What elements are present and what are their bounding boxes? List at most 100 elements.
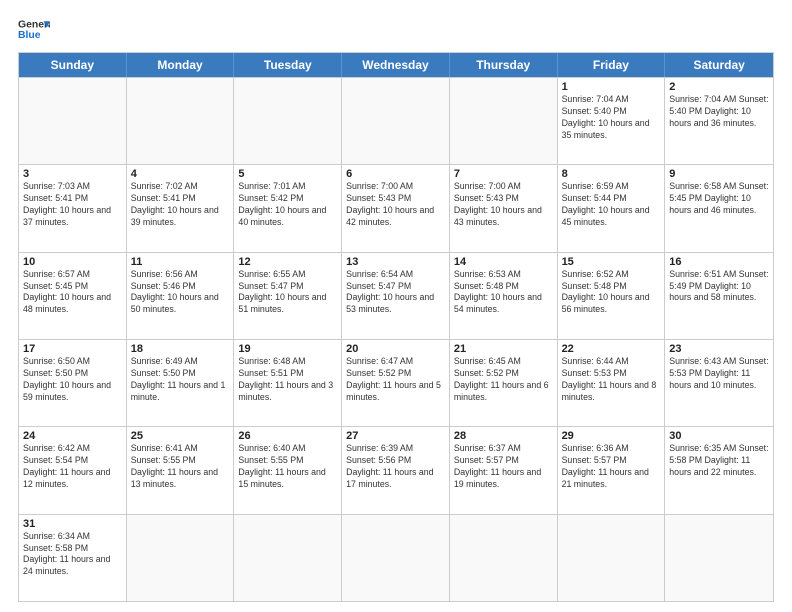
day-cell-27: 27Sunrise: 6:39 AM Sunset: 5:56 PM Dayli… bbox=[342, 427, 450, 513]
day-cell-empty bbox=[127, 515, 235, 601]
day-cell-31: 31Sunrise: 6:34 AM Sunset: 5:58 PM Dayli… bbox=[19, 515, 127, 601]
day-header-thursday: Thursday bbox=[450, 53, 558, 77]
logo-icon: General Blue bbox=[18, 16, 50, 44]
page: General Blue SundayMondayTuesdayWednesda… bbox=[0, 0, 792, 612]
day-number: 21 bbox=[454, 343, 553, 355]
day-info: Sunrise: 7:01 AM Sunset: 5:42 PM Dayligh… bbox=[238, 181, 337, 229]
day-info: Sunrise: 6:49 AM Sunset: 5:50 PM Dayligh… bbox=[131, 356, 230, 404]
day-cell-empty bbox=[234, 78, 342, 164]
day-info: Sunrise: 6:34 AM Sunset: 5:58 PM Dayligh… bbox=[23, 531, 122, 579]
day-number: 14 bbox=[454, 256, 553, 268]
day-cell-22: 22Sunrise: 6:44 AM Sunset: 5:53 PM Dayli… bbox=[558, 340, 666, 426]
day-number: 20 bbox=[346, 343, 445, 355]
week-row-5: 31Sunrise: 6:34 AM Sunset: 5:58 PM Dayli… bbox=[19, 514, 773, 601]
day-number: 11 bbox=[131, 256, 230, 268]
day-cell-25: 25Sunrise: 6:41 AM Sunset: 5:55 PM Dayli… bbox=[127, 427, 235, 513]
day-info: Sunrise: 6:47 AM Sunset: 5:52 PM Dayligh… bbox=[346, 356, 445, 404]
day-header-monday: Monday bbox=[127, 53, 235, 77]
day-number: 15 bbox=[562, 256, 661, 268]
day-number: 8 bbox=[562, 168, 661, 180]
day-info: Sunrise: 7:04 AM Sunset: 5:40 PM Dayligh… bbox=[669, 94, 769, 130]
calendar-header: SundayMondayTuesdayWednesdayThursdayFrid… bbox=[19, 53, 773, 77]
day-number: 4 bbox=[131, 168, 230, 180]
day-number: 12 bbox=[238, 256, 337, 268]
day-number: 26 bbox=[238, 430, 337, 442]
day-header-wednesday: Wednesday bbox=[342, 53, 450, 77]
day-cell-4: 4Sunrise: 7:02 AM Sunset: 5:41 PM Daylig… bbox=[127, 165, 235, 251]
day-info: Sunrise: 6:51 AM Sunset: 5:49 PM Dayligh… bbox=[669, 269, 769, 305]
day-number: 2 bbox=[669, 81, 769, 93]
day-cell-10: 10Sunrise: 6:57 AM Sunset: 5:45 PM Dayli… bbox=[19, 253, 127, 339]
day-cell-20: 20Sunrise: 6:47 AM Sunset: 5:52 PM Dayli… bbox=[342, 340, 450, 426]
day-cell-7: 7Sunrise: 7:00 AM Sunset: 5:43 PM Daylig… bbox=[450, 165, 558, 251]
day-cell-24: 24Sunrise: 6:42 AM Sunset: 5:54 PM Dayli… bbox=[19, 427, 127, 513]
calendar: SundayMondayTuesdayWednesdayThursdayFrid… bbox=[18, 52, 774, 602]
day-cell-15: 15Sunrise: 6:52 AM Sunset: 5:48 PM Dayli… bbox=[558, 253, 666, 339]
day-info: Sunrise: 6:35 AM Sunset: 5:58 PM Dayligh… bbox=[669, 443, 769, 479]
day-info: Sunrise: 6:58 AM Sunset: 5:45 PM Dayligh… bbox=[669, 181, 769, 217]
day-cell-19: 19Sunrise: 6:48 AM Sunset: 5:51 PM Dayli… bbox=[234, 340, 342, 426]
day-info: Sunrise: 6:45 AM Sunset: 5:52 PM Dayligh… bbox=[454, 356, 553, 404]
header: General Blue bbox=[18, 16, 774, 44]
svg-text:Blue: Blue bbox=[18, 30, 41, 41]
day-cell-13: 13Sunrise: 6:54 AM Sunset: 5:47 PM Dayli… bbox=[342, 253, 450, 339]
day-number: 16 bbox=[669, 256, 769, 268]
day-cell-12: 12Sunrise: 6:55 AM Sunset: 5:47 PM Dayli… bbox=[234, 253, 342, 339]
day-info: Sunrise: 6:57 AM Sunset: 5:45 PM Dayligh… bbox=[23, 269, 122, 317]
day-number: 28 bbox=[454, 430, 553, 442]
day-cell-empty bbox=[450, 78, 558, 164]
day-info: Sunrise: 6:44 AM Sunset: 5:53 PM Dayligh… bbox=[562, 356, 661, 404]
day-cell-empty bbox=[127, 78, 235, 164]
day-cell-2: 2Sunrise: 7:04 AM Sunset: 5:40 PM Daylig… bbox=[665, 78, 773, 164]
day-cell-1: 1Sunrise: 7:04 AM Sunset: 5:40 PM Daylig… bbox=[558, 78, 666, 164]
day-number: 30 bbox=[669, 430, 769, 442]
week-row-3: 17Sunrise: 6:50 AM Sunset: 5:50 PM Dayli… bbox=[19, 339, 773, 426]
day-info: Sunrise: 6:40 AM Sunset: 5:55 PM Dayligh… bbox=[238, 443, 337, 491]
day-info: Sunrise: 6:43 AM Sunset: 5:53 PM Dayligh… bbox=[669, 356, 769, 392]
week-row-2: 10Sunrise: 6:57 AM Sunset: 5:45 PM Dayli… bbox=[19, 252, 773, 339]
day-cell-empty bbox=[342, 515, 450, 601]
day-info: Sunrise: 6:55 AM Sunset: 5:47 PM Dayligh… bbox=[238, 269, 337, 317]
day-number: 24 bbox=[23, 430, 122, 442]
day-info: Sunrise: 6:54 AM Sunset: 5:47 PM Dayligh… bbox=[346, 269, 445, 317]
day-info: Sunrise: 7:00 AM Sunset: 5:43 PM Dayligh… bbox=[454, 181, 553, 229]
day-header-saturday: Saturday bbox=[665, 53, 773, 77]
day-cell-empty bbox=[665, 515, 773, 601]
day-number: 17 bbox=[23, 343, 122, 355]
logo: General Blue bbox=[18, 16, 50, 44]
day-cell-14: 14Sunrise: 6:53 AM Sunset: 5:48 PM Dayli… bbox=[450, 253, 558, 339]
day-number: 10 bbox=[23, 256, 122, 268]
day-cell-18: 18Sunrise: 6:49 AM Sunset: 5:50 PM Dayli… bbox=[127, 340, 235, 426]
day-cell-30: 30Sunrise: 6:35 AM Sunset: 5:58 PM Dayli… bbox=[665, 427, 773, 513]
day-number: 1 bbox=[562, 81, 661, 93]
week-row-1: 3Sunrise: 7:03 AM Sunset: 5:41 PM Daylig… bbox=[19, 164, 773, 251]
day-number: 7 bbox=[454, 168, 553, 180]
day-info: Sunrise: 7:04 AM Sunset: 5:40 PM Dayligh… bbox=[562, 94, 661, 142]
day-header-sunday: Sunday bbox=[19, 53, 127, 77]
day-info: Sunrise: 6:59 AM Sunset: 5:44 PM Dayligh… bbox=[562, 181, 661, 229]
day-info: Sunrise: 6:42 AM Sunset: 5:54 PM Dayligh… bbox=[23, 443, 122, 491]
day-header-tuesday: Tuesday bbox=[234, 53, 342, 77]
day-number: 23 bbox=[669, 343, 769, 355]
day-info: Sunrise: 7:02 AM Sunset: 5:41 PM Dayligh… bbox=[131, 181, 230, 229]
day-number: 3 bbox=[23, 168, 122, 180]
week-row-0: 1Sunrise: 7:04 AM Sunset: 5:40 PM Daylig… bbox=[19, 77, 773, 164]
calendar-body: 1Sunrise: 7:04 AM Sunset: 5:40 PM Daylig… bbox=[19, 77, 773, 601]
day-cell-21: 21Sunrise: 6:45 AM Sunset: 5:52 PM Dayli… bbox=[450, 340, 558, 426]
day-cell-empty bbox=[450, 515, 558, 601]
day-info: Sunrise: 6:41 AM Sunset: 5:55 PM Dayligh… bbox=[131, 443, 230, 491]
day-cell-empty bbox=[234, 515, 342, 601]
day-cell-8: 8Sunrise: 6:59 AM Sunset: 5:44 PM Daylig… bbox=[558, 165, 666, 251]
day-cell-28: 28Sunrise: 6:37 AM Sunset: 5:57 PM Dayli… bbox=[450, 427, 558, 513]
day-cell-empty bbox=[19, 78, 127, 164]
day-info: Sunrise: 6:50 AM Sunset: 5:50 PM Dayligh… bbox=[23, 356, 122, 404]
day-info: Sunrise: 6:48 AM Sunset: 5:51 PM Dayligh… bbox=[238, 356, 337, 404]
day-number: 6 bbox=[346, 168, 445, 180]
day-number: 5 bbox=[238, 168, 337, 180]
day-number: 19 bbox=[238, 343, 337, 355]
day-header-friday: Friday bbox=[558, 53, 666, 77]
day-cell-23: 23Sunrise: 6:43 AM Sunset: 5:53 PM Dayli… bbox=[665, 340, 773, 426]
day-info: Sunrise: 6:56 AM Sunset: 5:46 PM Dayligh… bbox=[131, 269, 230, 317]
day-number: 9 bbox=[669, 168, 769, 180]
day-info: Sunrise: 6:53 AM Sunset: 5:48 PM Dayligh… bbox=[454, 269, 553, 317]
